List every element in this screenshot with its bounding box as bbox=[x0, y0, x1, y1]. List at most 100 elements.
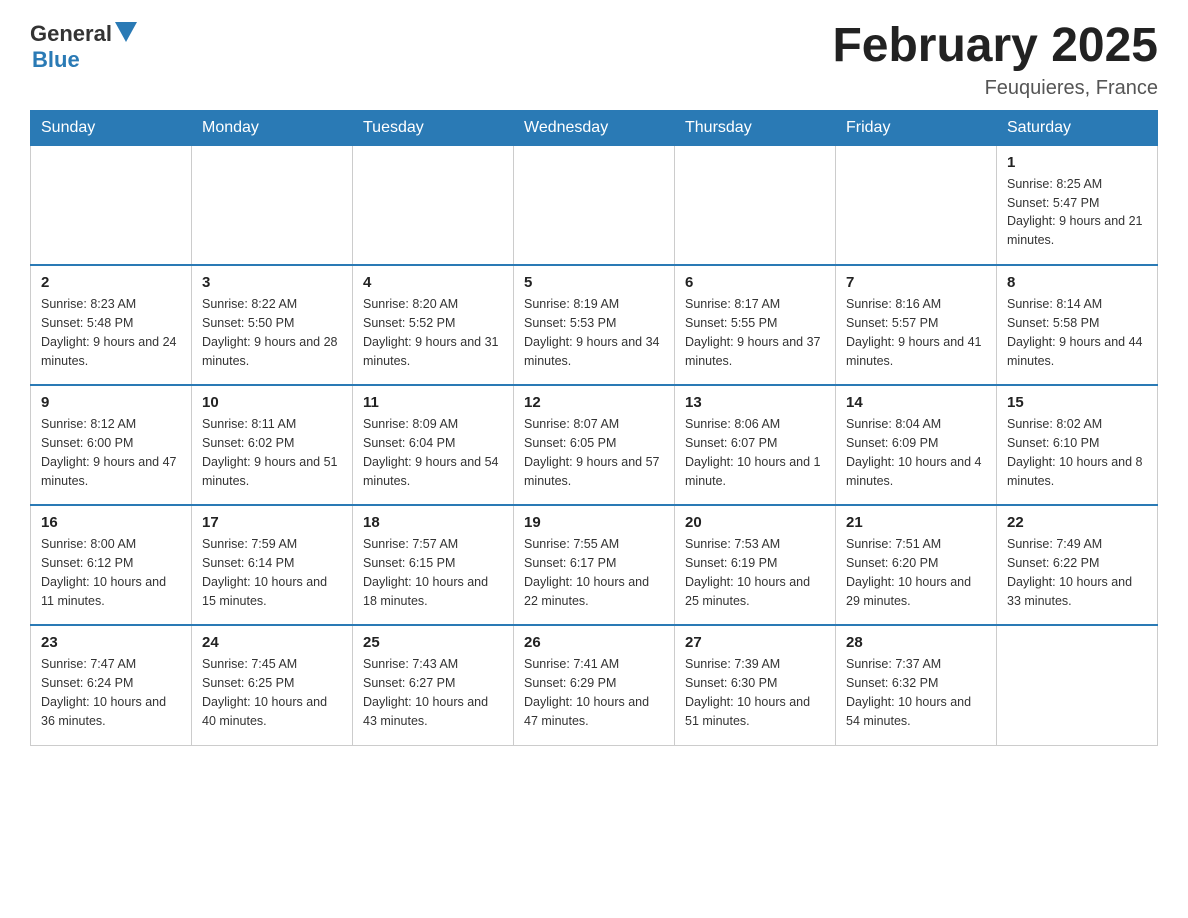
day-info: Sunrise: 8:20 AM Sunset: 5:52 PM Dayligh… bbox=[363, 295, 503, 370]
day-info: Sunrise: 7:47 AM Sunset: 6:24 PM Dayligh… bbox=[41, 655, 181, 730]
calendar-day-28: 28Sunrise: 7:37 AM Sunset: 6:32 PM Dayli… bbox=[836, 625, 997, 745]
day-header-thursday: Thursday bbox=[675, 110, 836, 145]
day-info: Sunrise: 7:59 AM Sunset: 6:14 PM Dayligh… bbox=[202, 535, 342, 610]
day-info: Sunrise: 7:39 AM Sunset: 6:30 PM Dayligh… bbox=[685, 655, 825, 730]
day-info: Sunrise: 8:06 AM Sunset: 6:07 PM Dayligh… bbox=[685, 415, 825, 490]
logo-blue-text: Blue bbox=[32, 47, 137, 73]
day-number: 24 bbox=[202, 634, 342, 651]
calendar-day-7: 7 Sunrise: 8:16 AM Sunset: 5:57 PM Daylig… bbox=[836, 265, 997, 385]
day-number: 15 bbox=[1007, 394, 1147, 411]
calendar-day-10: 10 Sunrise: 8:11 AM Sunset: 6:02 PM Dayli… bbox=[192, 385, 353, 505]
calendar-day-17: 17 Sunrise: 7:59 AM Sunset: 6:14 PM Dayli… bbox=[192, 505, 353, 625]
title-section: February 2025 Feuquieres, France bbox=[832, 20, 1158, 100]
calendar-subtitle: Feuquieres, France bbox=[832, 77, 1158, 100]
day-number: 20 bbox=[685, 514, 825, 531]
day-number: 7 bbox=[846, 274, 986, 291]
day-info: Sunrise: 7:43 AM Sunset: 6:27 PM Dayligh… bbox=[363, 655, 503, 730]
calendar-empty-cell bbox=[997, 625, 1158, 745]
calendar-week-row: 2 Sunrise: 8:23 AM Sunset: 5:48 PM Daylig… bbox=[31, 265, 1158, 385]
calendar-day-27: 27Sunrise: 7:39 AM Sunset: 6:30 PM Dayli… bbox=[675, 625, 836, 745]
day-number: 19 bbox=[524, 514, 664, 531]
day-info: Sunrise: 7:41 AM Sunset: 6:29 PM Dayligh… bbox=[524, 655, 664, 730]
logo-triangle-icon bbox=[115, 22, 137, 42]
calendar-day-25: 25 Sunrise: 7:43 AM Sunset: 6:27 PM Dayli… bbox=[353, 625, 514, 745]
day-number: 22 bbox=[1007, 514, 1147, 531]
calendar-title: February 2025 bbox=[832, 20, 1158, 73]
day-info: Sunrise: 8:19 AM Sunset: 5:53 PM Dayligh… bbox=[524, 295, 664, 370]
day-number: 13 bbox=[685, 394, 825, 411]
day-info: Sunrise: 7:49 AM Sunset: 6:22 PM Dayligh… bbox=[1007, 535, 1147, 610]
day-header-wednesday: Wednesday bbox=[514, 110, 675, 145]
day-info: Sunrise: 8:16 AM Sunset: 5:57 PM Dayligh… bbox=[846, 295, 986, 370]
day-info: Sunrise: 8:23 AM Sunset: 5:48 PM Dayligh… bbox=[41, 295, 181, 370]
day-number: 18 bbox=[363, 514, 503, 531]
day-number: 2 bbox=[41, 274, 181, 291]
calendar-day-14: 14 Sunrise: 8:04 AM Sunset: 6:09 PM Dayli… bbox=[836, 385, 997, 505]
day-number: 10 bbox=[202, 394, 342, 411]
calendar-day-15: 15 Sunrise: 8:02 AM Sunset: 6:10 PM Dayli… bbox=[997, 385, 1158, 505]
day-info: Sunrise: 7:53 AM Sunset: 6:19 PM Dayligh… bbox=[685, 535, 825, 610]
day-number: 6 bbox=[685, 274, 825, 291]
day-number: 4 bbox=[363, 274, 503, 291]
calendar-day-20: 20 Sunrise: 7:53 AM Sunset: 6:19 PM Dayli… bbox=[675, 505, 836, 625]
day-number: 25 bbox=[363, 634, 503, 651]
calendar-day-16: 16Sunrise: 8:00 AM Sunset: 6:12 PM Dayli… bbox=[31, 505, 192, 625]
day-info: Sunrise: 7:51 AM Sunset: 6:20 PM Dayligh… bbox=[846, 535, 986, 610]
calendar-day-11: 11 Sunrise: 8:09 AM Sunset: 6:04 PM Dayli… bbox=[353, 385, 514, 505]
calendar-empty-cell bbox=[675, 145, 836, 265]
calendar-empty-cell bbox=[836, 145, 997, 265]
calendar-day-3: 3 Sunrise: 8:22 AM Sunset: 5:50 PM Daylig… bbox=[192, 265, 353, 385]
day-info: Sunrise: 8:02 AM Sunset: 6:10 PM Dayligh… bbox=[1007, 415, 1147, 490]
calendar-day-23: 23 Sunrise: 7:47 AM Sunset: 6:24 PM Dayli… bbox=[31, 625, 192, 745]
day-number: 12 bbox=[524, 394, 664, 411]
day-info: Sunrise: 8:07 AM Sunset: 6:05 PM Dayligh… bbox=[524, 415, 664, 490]
day-number: 3 bbox=[202, 274, 342, 291]
day-number: 11 bbox=[363, 394, 503, 411]
calendar-week-row: 1 Sunrise: 8:25 AM Sunset: 5:47 PM Daylig… bbox=[31, 145, 1158, 265]
day-number: 23 bbox=[41, 634, 181, 651]
day-info: Sunrise: 7:45 AM Sunset: 6:25 PM Dayligh… bbox=[202, 655, 342, 730]
calendar-day-1: 1 Sunrise: 8:25 AM Sunset: 5:47 PM Daylig… bbox=[997, 145, 1158, 265]
calendar-empty-cell bbox=[192, 145, 353, 265]
day-header-saturday: Saturday bbox=[997, 110, 1158, 145]
calendar-day-4: 4 Sunrise: 8:20 AM Sunset: 5:52 PM Daylig… bbox=[353, 265, 514, 385]
calendar-day-2: 2 Sunrise: 8:23 AM Sunset: 5:48 PM Daylig… bbox=[31, 265, 192, 385]
day-number: 28 bbox=[846, 634, 986, 651]
calendar-day-26: 26 Sunrise: 7:41 AM Sunset: 6:29 PM Dayli… bbox=[514, 625, 675, 745]
day-number: 8 bbox=[1007, 274, 1147, 291]
day-header-friday: Friday bbox=[836, 110, 997, 145]
calendar-week-row: 9 Sunrise: 8:12 AM Sunset: 6:00 PM Daylig… bbox=[31, 385, 1158, 505]
calendar-day-8: 8 Sunrise: 8:14 AM Sunset: 5:58 PM Daylig… bbox=[997, 265, 1158, 385]
day-info: Sunrise: 8:12 AM Sunset: 6:00 PM Dayligh… bbox=[41, 415, 181, 490]
day-number: 26 bbox=[524, 634, 664, 651]
page-header: General Blue February 2025 Feuquieres, F… bbox=[30, 20, 1158, 100]
day-number: 14 bbox=[846, 394, 986, 411]
day-number: 9 bbox=[41, 394, 181, 411]
calendar-week-row: 16Sunrise: 8:00 AM Sunset: 6:12 PM Dayli… bbox=[31, 505, 1158, 625]
day-header-sunday: Sunday bbox=[31, 110, 192, 145]
calendar-day-13: 13 Sunrise: 8:06 AM Sunset: 6:07 PM Dayli… bbox=[675, 385, 836, 505]
day-info: Sunrise: 8:17 AM Sunset: 5:55 PM Dayligh… bbox=[685, 295, 825, 370]
calendar-empty-cell bbox=[353, 145, 514, 265]
day-number: 5 bbox=[524, 274, 664, 291]
calendar-empty-cell bbox=[514, 145, 675, 265]
calendar-header-row: SundayMondayTuesdayWednesdayThursdayFrid… bbox=[31, 110, 1158, 145]
day-number: 1 bbox=[1007, 154, 1147, 171]
day-info: Sunrise: 8:11 AM Sunset: 6:02 PM Dayligh… bbox=[202, 415, 342, 490]
day-info: Sunrise: 8:04 AM Sunset: 6:09 PM Dayligh… bbox=[846, 415, 986, 490]
calendar-day-18: 18Sunrise: 7:57 AM Sunset: 6:15 PM Dayli… bbox=[353, 505, 514, 625]
calendar-empty-cell bbox=[31, 145, 192, 265]
calendar-table: SundayMondayTuesdayWednesdayThursdayFrid… bbox=[30, 110, 1158, 746]
day-header-monday: Monday bbox=[192, 110, 353, 145]
calendar-day-12: 12 Sunrise: 8:07 AM Sunset: 6:05 PM Dayli… bbox=[514, 385, 675, 505]
day-info: Sunrise: 8:25 AM Sunset: 5:47 PM Dayligh… bbox=[1007, 175, 1147, 250]
day-info: Sunrise: 8:14 AM Sunset: 5:58 PM Dayligh… bbox=[1007, 295, 1147, 370]
day-info: Sunrise: 8:09 AM Sunset: 6:04 PM Dayligh… bbox=[363, 415, 503, 490]
calendar-day-6: 6 Sunrise: 8:17 AM Sunset: 5:55 PM Daylig… bbox=[675, 265, 836, 385]
day-header-tuesday: Tuesday bbox=[353, 110, 514, 145]
day-number: 17 bbox=[202, 514, 342, 531]
day-info: Sunrise: 8:22 AM Sunset: 5:50 PM Dayligh… bbox=[202, 295, 342, 370]
day-info: Sunrise: 7:55 AM Sunset: 6:17 PM Dayligh… bbox=[524, 535, 664, 610]
calendar-day-5: 5 Sunrise: 8:19 AM Sunset: 5:53 PM Daylig… bbox=[514, 265, 675, 385]
day-info: Sunrise: 8:00 AM Sunset: 6:12 PM Dayligh… bbox=[41, 535, 181, 610]
